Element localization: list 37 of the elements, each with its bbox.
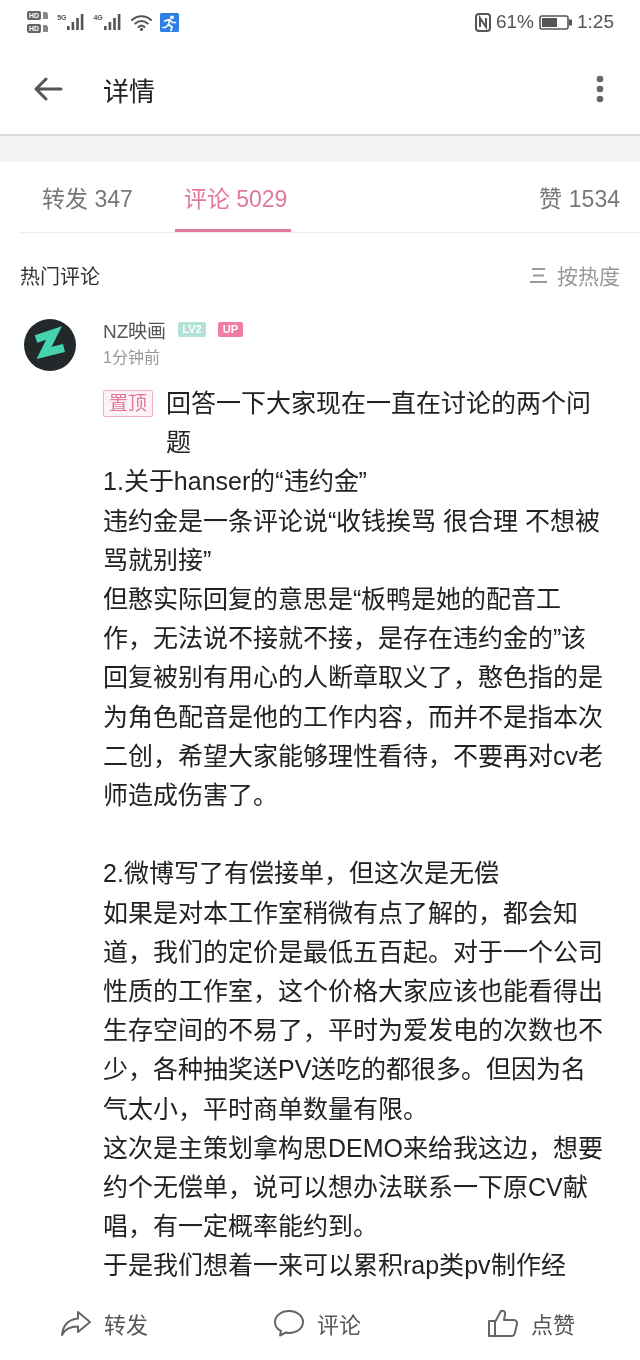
clock-time: 1:25 (577, 11, 614, 33)
avatar-icon (24, 319, 76, 371)
author-name[interactable]: NZ映画 (103, 317, 167, 343)
wifi-icon (130, 13, 152, 31)
comment-paragraph: 于是我们想着一来可以累积rap类pv制作经 (103, 1250, 567, 1282)
battery-percent: 61% (496, 11, 534, 33)
back-arrow-icon (33, 76, 63, 102)
speech-bubble-icon (273, 1309, 306, 1337)
running-figure-icon (159, 12, 179, 32)
signal-bars-icon (103, 14, 121, 30)
share-arrow-icon (60, 1309, 92, 1337)
pinned-tag: 置顶 (103, 390, 153, 417)
sort-icon (529, 266, 548, 284)
tab[interactable]: 赞 1534 (530, 162, 624, 232)
nfc-icon (475, 12, 491, 32)
thumbs-up-icon (486, 1308, 519, 1338)
comment-paragraph: 如果是对本工作室稍微有点了解的，都会知道，我们的定价是最低五百起。对于一个公司性质的工作室，这个价格大家应该也能看得出生存空间的不易了，平时为爱发电的次数也不少，各种抽奖送PV送吃的都很多。但因为名气太小，平时商单数量有限。 (103, 897, 604, 1125)
comment-time: 1分钟前 (103, 348, 160, 368)
comment-paragraph: 违约金是一条评论说“收钱挨骂 很合理 不想被骂就别接” (103, 505, 602, 576)
comment-paragraph: 但憨实际回复的意思是“板鸭是她的配音工作，无法说不接就不接，是存在违约金的”该回复被别有用心的人断章取义了，憨色指的是为角色配音是他的工作内容，而并不是指本次二创，希望大家能够理性看待，不要再对cv老师造成伤害了。 (103, 584, 604, 812)
level-badge: LV2 (178, 321, 206, 337)
page-title: 详情 (103, 75, 155, 108)
comment-paragraph: 2.微博写了有偿接单，但这次是无偿 (103, 858, 500, 890)
tab[interactable]: 转发 347 (33, 162, 137, 232)
share-button[interactable]: 转发 (60, 1307, 148, 1339)
up-badge: UP (217, 321, 243, 337)
like-button[interactable]: 点赞 (486, 1307, 575, 1339)
battery-icon (539, 14, 572, 30)
back-button[interactable] (33, 76, 63, 102)
comment-paragraph: 这次是主策划拿构思DEMO来给我这边，想要约个无偿单，说可以想办法联系一下原CV献唱，有一定概率能约到。 (103, 1132, 604, 1243)
section-title: 热门评论 (20, 264, 100, 290)
comment-button[interactable]: 评论 (273, 1307, 362, 1339)
signal-bars-icon (67, 14, 85, 30)
comment-paragraph: 回答一下大家现在一直在讨论的两个问题 (166, 388, 592, 459)
more-menu-button[interactable] (596, 75, 604, 103)
comment-paragraph: 1.关于hanser的“违约金” (103, 466, 368, 498)
more-icon (596, 75, 604, 103)
